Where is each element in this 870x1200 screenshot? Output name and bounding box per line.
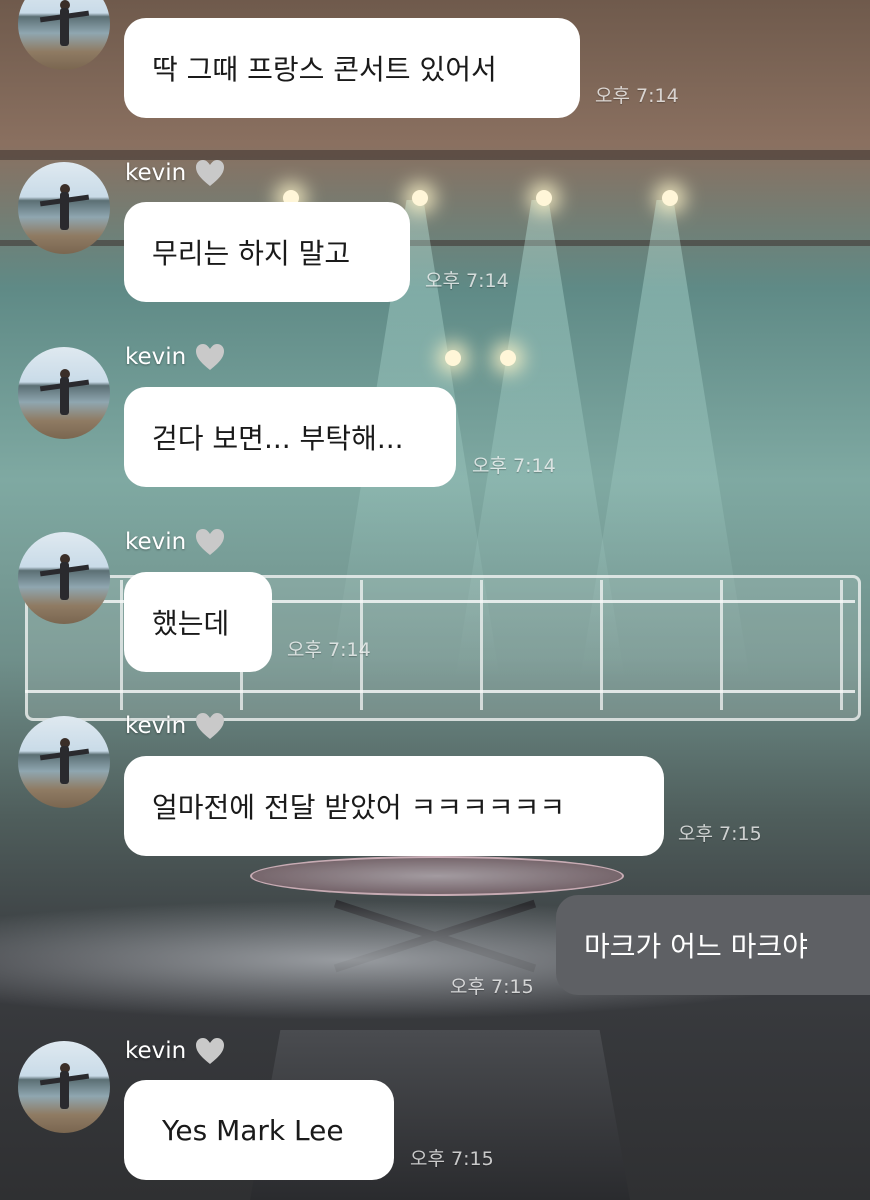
sender-name: kevin <box>125 158 226 188</box>
message-bubble: 무리는 하지 말고 <box>124 202 410 302</box>
avatar[interactable] <box>18 347 110 439</box>
message-time: 오후 7:14 <box>595 85 679 107</box>
message-time: 오후 7:14 <box>472 455 556 477</box>
sender-name: kevin <box>125 342 226 372</box>
message-bubble: 딱 그때 프랑스 콘서트 있어서 <box>124 18 580 118</box>
gray-heart-icon <box>196 1038 225 1064</box>
message-time: 오후 7:15 <box>410 1148 494 1170</box>
message-bubble: 걷다 보면... 부탁해... <box>124 387 456 487</box>
sender-name: kevin <box>125 711 226 741</box>
sender-name: kevin <box>125 1036 226 1066</box>
gray-heart-icon <box>196 160 225 186</box>
gray-heart-icon <box>196 713 225 739</box>
sender-name: kevin <box>125 527 226 557</box>
avatar[interactable] <box>18 1041 110 1133</box>
message-bubble: Yes Mark Lee <box>124 1080 394 1180</box>
avatar[interactable] <box>18 162 110 254</box>
outgoing-message-bubble: 마크가 어느 마크야 <box>556 895 870 995</box>
avatar[interactable] <box>18 716 110 808</box>
message-time: 오후 7:15 <box>678 823 762 845</box>
message-time: 오후 7:14 <box>287 639 371 661</box>
message-bubble: 얼마전에 전달 받았어 ㅋㅋㅋㅋㅋㅋ <box>124 756 664 856</box>
avatar[interactable] <box>18 532 110 624</box>
gray-heart-icon <box>196 529 225 555</box>
message-time: 오후 7:15 <box>450 976 534 998</box>
avatar[interactable] <box>18 0 110 70</box>
chat-screen: 딱 그때 프랑스 콘서트 있어서 오후 7:14 kevin 무리는 하지 말고… <box>0 0 870 1200</box>
message-time: 오후 7:14 <box>425 270 509 292</box>
message-bubble: 했는데 <box>124 572 272 672</box>
gray-heart-icon <box>196 344 225 370</box>
